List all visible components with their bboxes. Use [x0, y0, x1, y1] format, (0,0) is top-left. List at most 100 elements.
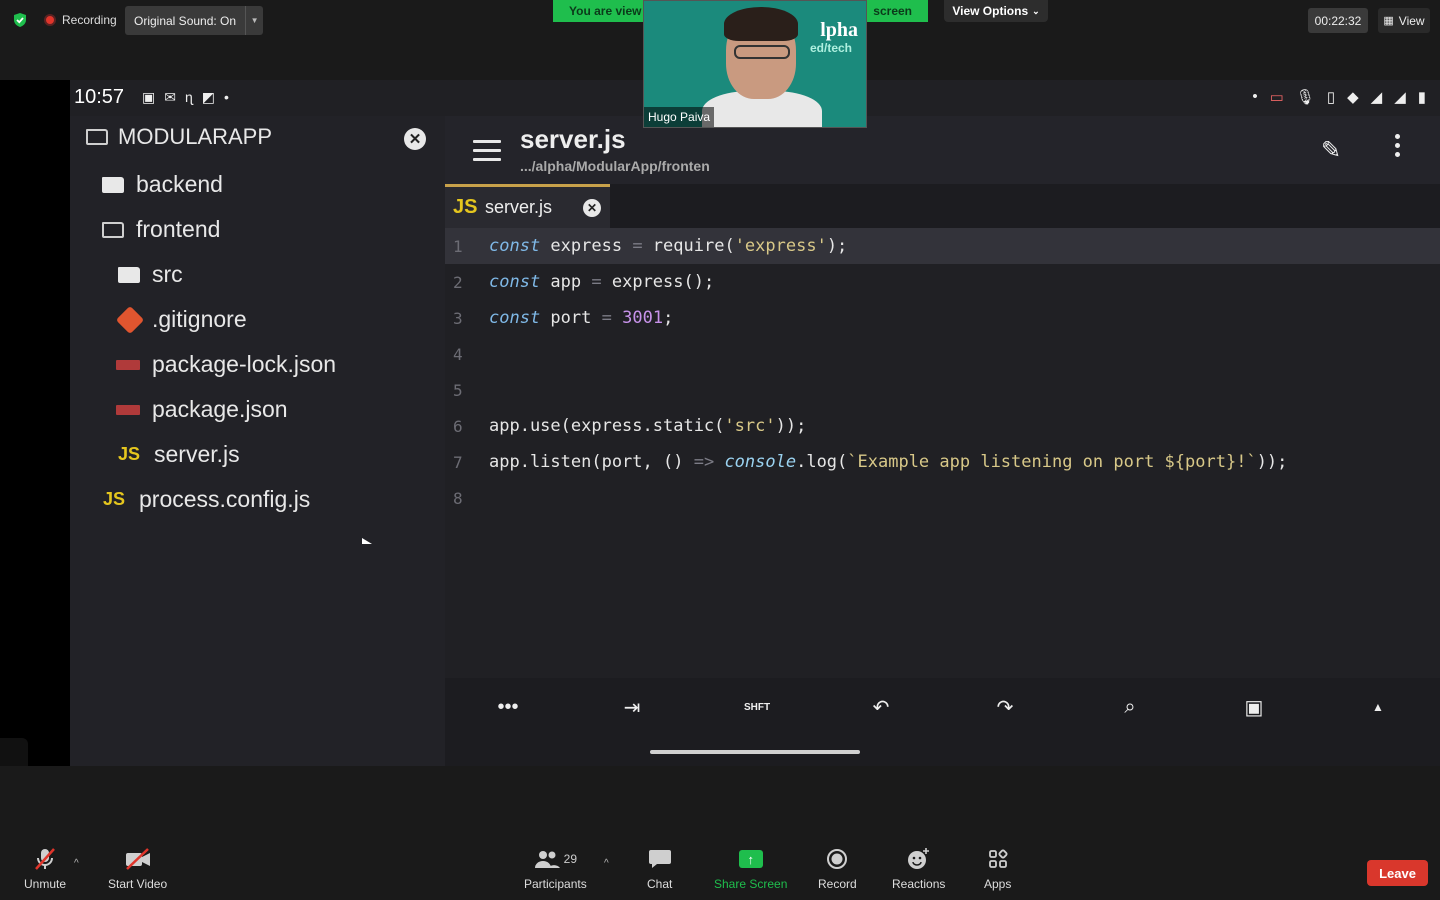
view-button[interactable]: ▦ View [1378, 8, 1430, 33]
start-video-button[interactable]: Start Video [108, 846, 167, 891]
edit-pencil-icon[interactable]: ✎ [1321, 136, 1341, 165]
apps-label: Apps [984, 877, 1012, 891]
code-text: const port = 3001; [489, 308, 674, 328]
emoji-plus-icon [907, 846, 931, 872]
search-icon[interactable]: ⌕ [1110, 692, 1150, 722]
code-line[interactable]: 8 [445, 480, 1440, 516]
recording-indicator[interactable]: Recording [44, 13, 117, 27]
expand-up-icon[interactable]: ▲ [1358, 692, 1398, 722]
code-line[interactable]: 7 app.listen(port, () => console.log(`Ex… [445, 444, 1440, 480]
tree-item-label: server.js [154, 441, 240, 467]
redo-icon[interactable]: ↷ [985, 692, 1025, 722]
line-number: 3 [453, 308, 463, 328]
js-icon: JS [453, 196, 478, 218]
tree-item-server-js[interactable]: JS server.js [118, 441, 240, 468]
reactions-label: Reactions [892, 877, 946, 891]
dot-icon: • [224, 89, 229, 105]
more-options-icon[interactable] [1395, 134, 1403, 161]
phone-screen: 10:57 ▣ ✉ ɳ ◩ • • ▭ 🎙 ▯ ◆ ◢ ◢ ▮ MODULARA… [70, 80, 1440, 778]
battery-icon: ▮ [1417, 89, 1426, 106]
video-off-icon [124, 846, 152, 872]
tab-label: server.js [485, 197, 553, 217]
editor-tab-bar: JS server.js ✕ [445, 184, 1440, 228]
shared-screen: › 10:57 ▣ ✉ ɳ ◩ • • ▭ 🎙 ▯ ◆ ◢ ◢ [0, 80, 1440, 802]
share-screen-label: Share Screen [714, 877, 788, 891]
viewing-banner-text: You are view [569, 4, 642, 18]
code-line[interactable]: 5 [445, 372, 1440, 408]
chat-label: Chat [647, 877, 673, 891]
shift-key-button[interactable]: SHFT [737, 692, 777, 722]
folder-solid-icon [102, 176, 124, 193]
undo-icon[interactable]: ↶ [861, 692, 901, 722]
gesture-home-bar[interactable] [650, 750, 860, 754]
signal-secondary-icon: ◢ [1394, 89, 1406, 106]
system-icons: • ▭ 🎙 ▯ ◆ ◢ ◢ ▮ [1252, 88, 1426, 106]
original-sound-label: Original Sound: On [134, 14, 237, 28]
tree-item-label: process.config.js [139, 486, 311, 512]
tree-item-label: package.json [152, 396, 288, 422]
code-line[interactable]: 6 app.use(express.static('src')); [445, 408, 1440, 444]
file-tree-root[interactable]: MODULARAPP [86, 124, 272, 150]
microphone-icon: 🎙 [1295, 89, 1315, 106]
code-line[interactable]: 2 const app = express(); [445, 264, 1440, 300]
line-number: 2 [453, 272, 463, 292]
project-name: MODULARAPP [118, 124, 273, 149]
tree-item-frontend[interactable]: frontend [102, 216, 220, 243]
code-line[interactable]: 3 const port = 3001; [445, 300, 1440, 336]
chevron-up-icon[interactable]: ^ [74, 858, 79, 869]
reactions-button[interactable]: Reactions [892, 846, 945, 891]
file-tree-panel: MODULARAPP ✕ backend frontend src .gitig… [70, 116, 445, 766]
tree-item-backend[interactable]: backend [102, 171, 223, 198]
tree-item-package-json[interactable]: package.json [116, 396, 288, 423]
save-icon[interactable]: ▣ [1234, 692, 1274, 722]
view-options-button[interactable]: View Options ⌄ [944, 0, 1048, 22]
security-shield-icon[interactable] [12, 12, 28, 28]
npm-icon [116, 359, 140, 370]
code-text: app.listen(port, () => console.log(`Exam… [489, 452, 1288, 472]
js-icon: JS [118, 444, 141, 464]
dot-icon: • [1252, 88, 1258, 105]
leave-button[interactable]: Leave [1367, 860, 1428, 886]
tree-item-package-lock[interactable]: package-lock.json [116, 351, 336, 378]
line-number: 6 [453, 416, 463, 436]
code-text: const app = express(); [489, 272, 715, 292]
record-button[interactable]: Record [818, 846, 857, 891]
code-area[interactable]: 1 const express = require('express'); 2 … [445, 228, 1440, 778]
background-logo-subtext: ed/tech [809, 41, 852, 55]
tree-item-label: frontend [136, 216, 221, 242]
start-video-label: Start Video [108, 877, 168, 891]
chat-button[interactable]: Chat [647, 846, 672, 891]
tree-item-label: .gitignore [152, 306, 247, 332]
editor-header: server.js .../alpha/ModularApp/fronten ✎ [445, 116, 1440, 184]
tree-item-gitignore[interactable]: .gitignore [115, 305, 247, 334]
tab-key-icon[interactable]: ⇥ [612, 692, 652, 722]
code-line[interactable]: 1 const express = require('express'); [445, 228, 1440, 264]
grid-view-icon: ▦ [1383, 15, 1394, 27]
participant-name: Hugo Paiva [644, 107, 715, 127]
tree-item-src[interactable]: src [118, 261, 183, 288]
participant-hair [724, 7, 798, 41]
js-icon: JS [103, 489, 126, 509]
editor-title: server.js [520, 124, 626, 154]
participant-video[interactable]: lpha ed/tech Hugo Paiva [643, 0, 867, 128]
tree-item-process-config[interactable]: JS process.config.js [103, 486, 310, 513]
menu-icon[interactable] [473, 140, 501, 161]
tree-item-label: src [152, 261, 183, 287]
original-sound-toggle[interactable]: Original Sound: On ▼ [125, 6, 264, 35]
apps-button[interactable]: Apps [984, 846, 1011, 891]
notification-icons: ▣ ✉ ɳ ◩ • [142, 89, 229, 106]
chat-icon [648, 846, 672, 872]
more-keys-icon[interactable]: ••• [488, 692, 528, 722]
close-tab-icon[interactable]: ✕ [583, 199, 601, 217]
participants-button[interactable]: 29 Participants [524, 846, 587, 891]
code-line[interactable]: 4 [445, 336, 1440, 372]
chevron-down-icon[interactable]: ▼ [245, 6, 263, 35]
unmute-button[interactable]: Unmute [24, 846, 66, 891]
record-icon [826, 846, 848, 872]
tab-server-js[interactable]: JS server.js ✕ [445, 184, 610, 228]
npm-icon [116, 404, 140, 415]
chevron-up-icon[interactable]: ^ [604, 858, 609, 869]
close-icon[interactable]: ✕ [404, 128, 426, 150]
folder-outline-icon [102, 221, 124, 238]
share-screen-button[interactable]: ↑ Share Screen [714, 846, 787, 891]
